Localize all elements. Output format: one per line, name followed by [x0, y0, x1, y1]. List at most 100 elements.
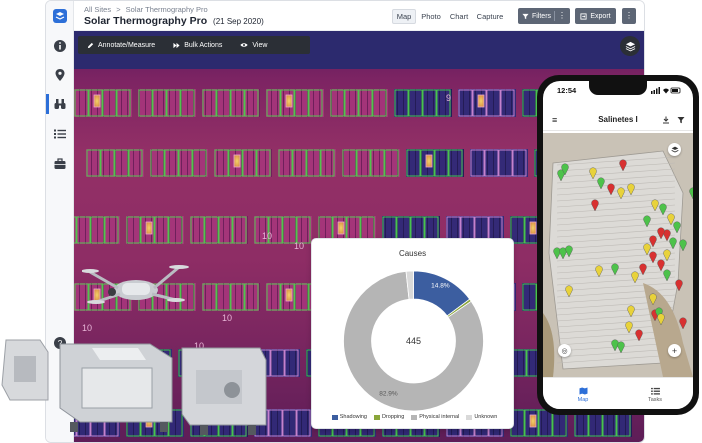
panel-block — [330, 89, 388, 117]
button-separator — [554, 11, 556, 21]
pencil-icon — [87, 42, 94, 48]
panel-block — [266, 89, 324, 117]
chart-legend: Shadowing Dropping Physical internal Unknow… — [322, 414, 507, 420]
location-pin-icon[interactable] — [53, 68, 67, 82]
phone-mockup: 12:54 ≡ Salinetes I ◎ + Map Tasks — [537, 75, 699, 415]
donut-data-label: 82.9% — [379, 391, 398, 398]
legend-swatch — [373, 414, 380, 420]
bulk-actions-label: Bulk Actions — [184, 41, 223, 49]
export-icon — [580, 12, 587, 20]
panel-block — [214, 149, 272, 177]
breadcrumb-current[interactable]: Solar Thermography Pro — [126, 5, 208, 14]
phone-layers-icon[interactable] — [668, 143, 681, 156]
map-number-label: 10 — [222, 313, 232, 323]
map-toolbar: Annotate/Measure Bulk Actions View — [78, 36, 310, 54]
view-label: View — [252, 41, 268, 49]
page-date: (21 Sep 2020) — [213, 17, 264, 26]
annotate-label: Annotate/Measure — [98, 41, 156, 49]
legend-swatch — [331, 414, 338, 420]
tab-map[interactable]: Map — [392, 9, 416, 24]
causes-chart-card: Causes 14.8% 82.9% 445 Shadowing Dropping Ph… — [311, 238, 514, 429]
legend-item[interactable]: Dropping — [373, 414, 405, 420]
locate-me-icon[interactable]: ◎ — [558, 344, 571, 357]
docking-station-image — [1, 339, 267, 435]
filter-icon[interactable] — [677, 116, 685, 124]
phone-header: ≡ Salinetes I — [543, 109, 693, 131]
legend-item[interactable]: Shadowing — [331, 414, 367, 420]
breadcrumb-root[interactable]: All Sites — [84, 5, 111, 14]
phone-tab-tasks-label: Tasks — [647, 397, 663, 403]
chart-title: Causes — [398, 249, 427, 258]
app-logo-icon — [53, 9, 67, 23]
legend-item[interactable]: Physical internal — [411, 414, 459, 420]
phone-tab-map[interactable]: Map — [563, 387, 603, 403]
page-title-text: Solar Thermography Pro — [84, 15, 208, 27]
header-bar: All Sites > Solar Thermography Pro Solar… — [74, 1, 644, 31]
export-button[interactable]: Export — [575, 8, 616, 24]
phone-notch — [589, 81, 647, 95]
phone-tab-tasks[interactable]: Tasks — [635, 387, 675, 403]
tab-photo[interactable]: Photo — [417, 9, 445, 24]
status-icons — [651, 87, 681, 94]
panel-block — [190, 216, 248, 244]
donut-center-total: 445 — [406, 336, 421, 346]
map-number-label: 10 — [294, 241, 304, 251]
download-icon[interactable] — [662, 116, 670, 124]
legend-item[interactable]: Unknown — [466, 414, 497, 420]
annotate-measure-button[interactable]: Annotate/Measure — [78, 42, 164, 49]
drone-image — [82, 265, 189, 304]
hamburger-menu-icon[interactable]: ≡ — [552, 115, 557, 125]
view-button[interactable]: View — [231, 42, 276, 49]
phone-map[interactable]: ◎ + — [543, 133, 693, 377]
binoculars-icon[interactable] — [53, 97, 67, 111]
filters-label: Filters — [531, 12, 552, 20]
status-time: 12:54 — [557, 86, 577, 95]
map-number-label: 10 — [262, 231, 272, 241]
panel-block — [342, 149, 400, 177]
donut-data-label: 14.8% — [431, 282, 450, 289]
info-icon[interactable] — [53, 39, 67, 53]
legend-label: Dropping — [381, 414, 405, 420]
panel-block — [458, 89, 516, 117]
panel-block — [202, 283, 260, 311]
legend-swatch — [411, 414, 418, 420]
page-title: Solar Thermography Pro (21 Sep 2020) — [84, 15, 264, 27]
briefcase-icon[interactable] — [53, 157, 67, 171]
funnel-icon — [522, 13, 529, 19]
panel-block — [278, 149, 336, 177]
bulk-actions-button[interactable]: Bulk Actions — [164, 42, 231, 49]
fast-forward-icon — [173, 42, 180, 48]
add-icon[interactable]: + — [668, 344, 681, 357]
phone-tab-bar: Map Tasks — [543, 377, 693, 409]
map-number-label: 9 — [446, 93, 451, 103]
tab-chart[interactable]: Chart — [445, 9, 473, 24]
more-vertical-icon[interactable]: ⋮ — [558, 12, 566, 20]
more-options-button[interactable]: ⋮ — [622, 8, 636, 24]
tasks-icon — [650, 387, 660, 395]
panel-block — [202, 89, 260, 117]
causes-donut-chart: 14.8% 82.9% 445 — [343, 270, 484, 411]
phone-tab-map-label: Map — [577, 397, 589, 403]
phone-site-name: Salinetes I — [598, 115, 638, 124]
panel-block — [126, 216, 184, 244]
legend-swatch — [466, 414, 473, 420]
panel-block — [150, 149, 208, 177]
breadcrumb-separator: > — [116, 5, 121, 14]
phone-map-canvas[interactable] — [543, 133, 693, 377]
more-vertical-icon: ⋮ — [625, 11, 633, 20]
legend-label: Shadowing — [339, 414, 367, 420]
export-label: Export — [590, 12, 611, 20]
sidebar-active-indicator — [46, 94, 49, 114]
panel-block — [138, 89, 196, 117]
filters-button[interactable]: Filters ⋮ — [518, 8, 570, 24]
panel-block — [74, 216, 120, 244]
phone-screen: 12:54 ≡ Salinetes I ◎ + Map Tasks — [543, 81, 693, 409]
legend-label: Physical internal — [419, 414, 460, 420]
list-icon[interactable] — [53, 127, 67, 141]
layers-button[interactable] — [620, 36, 640, 56]
composite-stage: ? All Sites > Solar Thermography Pro Sol… — [0, 0, 702, 443]
panel-block — [406, 149, 464, 177]
breadcrumb: All Sites > Solar Thermography Pro — [84, 5, 208, 14]
panel-block — [74, 89, 132, 117]
tab-capture[interactable]: Capture — [473, 9, 507, 24]
